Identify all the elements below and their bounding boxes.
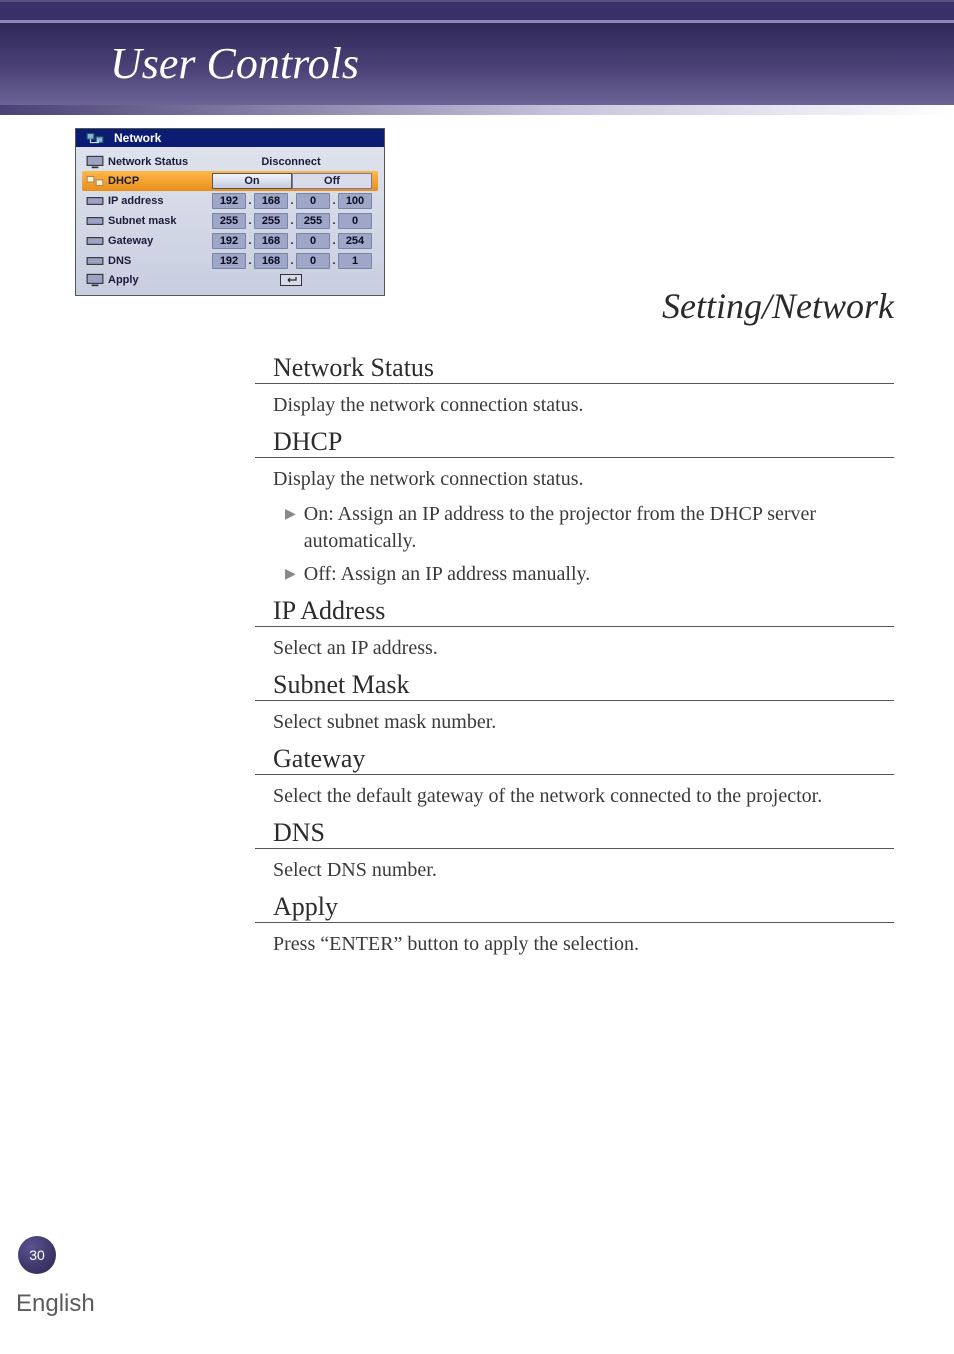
- section-title-apply: Apply: [255, 892, 894, 923]
- row-dhcp[interactable]: DHCP On Off: [82, 171, 378, 191]
- row-label: IP address: [108, 195, 212, 207]
- row-label: Subnet mask: [108, 215, 212, 227]
- gateway-octets[interactable]: 192. 168. 0. 254: [212, 233, 372, 249]
- apply-icon: [86, 273, 104, 287]
- octet[interactable]: 0: [296, 193, 330, 209]
- section-title-gateway: Gateway: [255, 744, 894, 775]
- octet[interactable]: 192: [212, 253, 246, 269]
- row-dns[interactable]: DNS 192. 168. 0. 1: [82, 251, 378, 271]
- dhcp-icon: [86, 174, 104, 188]
- row-label: DNS: [108, 255, 212, 267]
- section-title-dhcp: DHCP: [255, 427, 894, 458]
- section-title-network-status: Network Status: [255, 353, 894, 384]
- octet[interactable]: 168: [254, 233, 288, 249]
- triangle-bullet-icon: ▶: [285, 566, 296, 588]
- subnet-icon: [86, 214, 104, 228]
- section-body: Select DNS number.: [255, 857, 894, 884]
- octet[interactable]: 192: [212, 233, 246, 249]
- panel-title: Network: [114, 131, 161, 145]
- sub-accent-band: [0, 105, 954, 115]
- row-label: Gateway: [108, 235, 212, 247]
- network-panel: Network Network Status Disconnect DHCP O…: [75, 128, 385, 296]
- ip-icon: [86, 194, 104, 208]
- section-body: Select the default gateway of the networ…: [255, 783, 894, 810]
- gateway-icon: [86, 234, 104, 248]
- ip-octets[interactable]: 192. 168. 0. 100: [212, 193, 372, 209]
- octet[interactable]: 1: [338, 253, 372, 269]
- section-body: Select subnet mask number.: [255, 709, 894, 736]
- bullet-item: ▶ Off: Assign an IP address manually.: [285, 561, 894, 588]
- section-body: Press “ENTER” button to apply the select…: [255, 931, 894, 958]
- enter-icon[interactable]: [280, 274, 302, 286]
- section-title-dns: DNS: [255, 818, 894, 849]
- section-body: Select an IP address.: [255, 635, 894, 662]
- title-band: User Controls: [0, 20, 954, 105]
- octet[interactable]: 255: [254, 213, 288, 229]
- row-label: Network Status: [108, 156, 212, 168]
- section-body: Display the network connection status.: [255, 392, 894, 419]
- panel-titlebar: Network: [76, 129, 384, 147]
- triangle-bullet-icon: ▶: [285, 506, 296, 555]
- octet[interactable]: 168: [254, 253, 288, 269]
- subnet-octets[interactable]: 255. 255. 255. 0: [212, 213, 372, 229]
- bullet-text: Off: Assign an IP address manually.: [304, 561, 590, 588]
- dhcp-off[interactable]: Off: [292, 173, 372, 189]
- row-ip-address[interactable]: IP address 192. 168. 0. 100: [82, 191, 378, 211]
- network-icon: [86, 131, 104, 145]
- top-accent-band: [0, 0, 954, 20]
- dhcp-on[interactable]: On: [212, 173, 292, 189]
- row-subnet-mask[interactable]: Subnet mask 255. 255. 255. 0: [82, 211, 378, 231]
- setting-network-heading: Setting/Network: [662, 285, 894, 327]
- bullet-item: ▶ On: Assign an IP address to the projec…: [285, 501, 894, 555]
- octet[interactable]: 0: [338, 213, 372, 229]
- octet[interactable]: 192: [212, 193, 246, 209]
- page-title: User Controls: [0, 23, 954, 89]
- row-label: DHCP: [108, 175, 212, 187]
- octet[interactable]: 100: [338, 193, 372, 209]
- row-label: Apply: [108, 274, 212, 286]
- status-value: Disconnect: [212, 156, 378, 168]
- row-network-status[interactable]: Network Status Disconnect: [82, 153, 378, 171]
- row-apply[interactable]: Apply: [82, 271, 378, 289]
- monitor-icon: [86, 155, 104, 169]
- octet[interactable]: 168: [254, 193, 288, 209]
- octet[interactable]: 254: [338, 233, 372, 249]
- section-title-subnet-mask: Subnet Mask: [255, 670, 894, 701]
- row-gateway[interactable]: Gateway 192. 168. 0. 254: [82, 231, 378, 251]
- page-number-badge: 30: [18, 1236, 56, 1274]
- section-body: Display the network connection status.: [255, 466, 894, 493]
- footer-language: English: [16, 1290, 95, 1318]
- octet[interactable]: 255: [296, 213, 330, 229]
- dns-octets[interactable]: 192. 168. 0. 1: [212, 253, 372, 269]
- octet[interactable]: 255: [212, 213, 246, 229]
- dns-icon: [86, 254, 104, 268]
- bullet-text: On: Assign an IP address to the projecto…: [304, 501, 894, 555]
- dhcp-toggle[interactable]: On Off: [212, 173, 372, 189]
- octet[interactable]: 0: [296, 253, 330, 269]
- section-title-ip-address: IP Address: [255, 596, 894, 627]
- octet[interactable]: 0: [296, 233, 330, 249]
